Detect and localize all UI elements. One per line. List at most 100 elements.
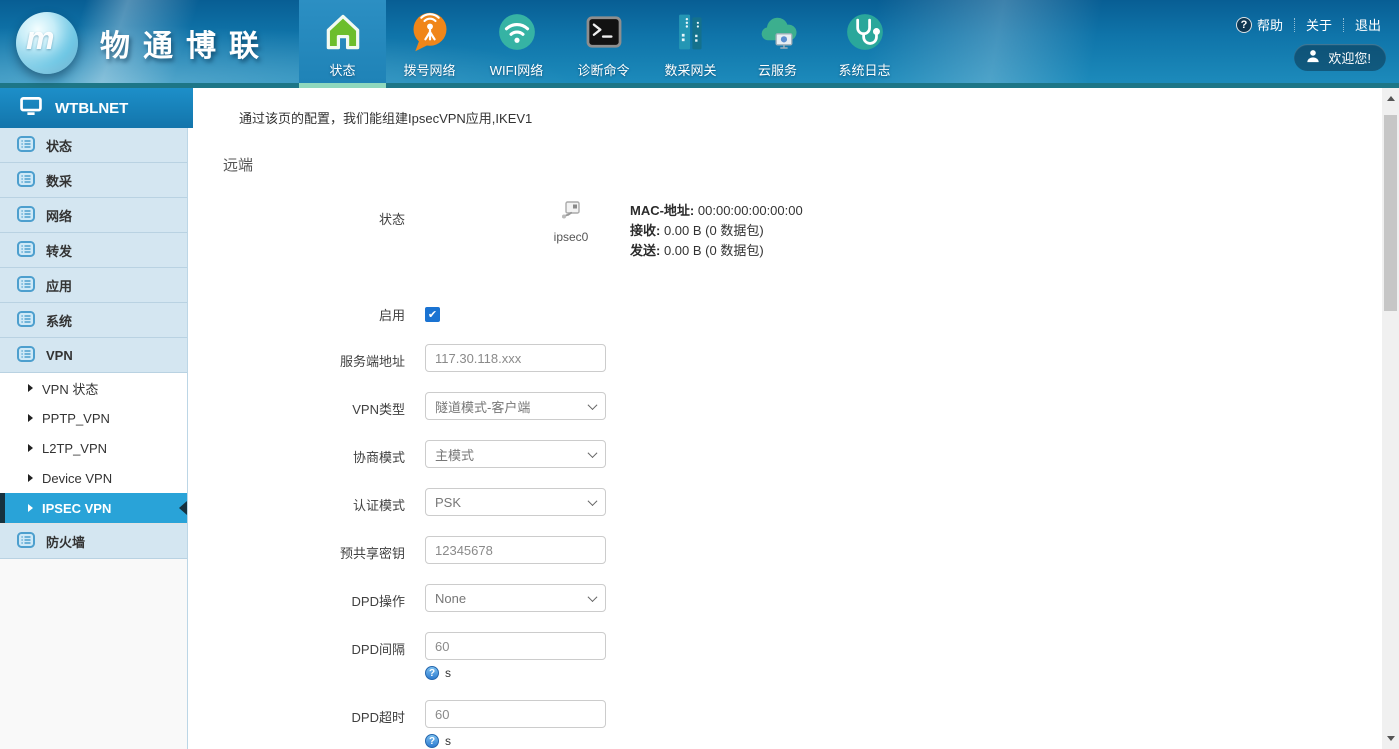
syslog-icon xyxy=(842,9,888,55)
top-nav-tabs: 状态 拨号网络 xyxy=(299,0,908,88)
vpn-type-select[interactable]: 隧道模式-客户端 xyxy=(425,392,606,420)
header-utility-links: ? 帮助 关于 退出 xyxy=(1236,15,1381,34)
status-row: 状态 ipsec0 MAC-地址: 00:00:00:00:00:00 接收: … xyxy=(189,201,1382,261)
welcome-badge[interactable]: 欢迎您! xyxy=(1294,44,1386,71)
device-name: WTBLNET xyxy=(55,100,128,117)
sidebar-item-network[interactable]: 网络 xyxy=(0,198,187,233)
status-info: MAC-地址: 00:00:00:00:00:00 接收: 0.00 B (0 … xyxy=(630,201,803,261)
chevron-down-icon xyxy=(588,448,598,458)
list-icon xyxy=(17,171,35,190)
dialup-icon xyxy=(407,9,453,55)
tab-status[interactable]: 状态 xyxy=(299,0,386,88)
sidebar-item-pptp-vpn[interactable]: PPTP_VPN xyxy=(0,403,187,433)
negotiation-mode-row: 协商模式 主模式 xyxy=(189,440,1382,468)
scroll-down-arrow[interactable] xyxy=(1382,730,1399,747)
list-icon xyxy=(17,206,35,225)
dpd-action-select[interactable]: None xyxy=(425,584,606,612)
tab-wifi-network[interactable]: WIFI网络 xyxy=(473,0,560,88)
server-address-input[interactable] xyxy=(425,344,606,372)
dpd-timeout-row: DPD超时 ? s xyxy=(189,700,1382,748)
wifi-icon xyxy=(494,9,540,55)
section-title: 远端 xyxy=(223,154,1382,175)
sidebar-item-vpn[interactable]: VPN xyxy=(0,338,187,373)
psk-row: 预共享密钥 xyxy=(189,536,1382,564)
help-icon: ? xyxy=(1236,17,1252,33)
sidebar-item-forwarding[interactable]: 转发 xyxy=(0,233,187,268)
list-icon xyxy=(17,311,35,330)
list-icon xyxy=(17,276,35,295)
triangle-icon xyxy=(28,444,33,452)
sidebar: WTBLNET 状态 数采 网络 转发 应用 系统 VPN xyxy=(0,88,188,749)
terminal-icon xyxy=(581,9,627,55)
enable-row: 启用 ✔ xyxy=(189,305,1382,324)
gateway-icon xyxy=(668,9,714,55)
logo-sphere-icon: m xyxy=(16,12,78,74)
negotiation-mode-select[interactable]: 主模式 xyxy=(425,440,606,468)
sidebar-item-application[interactable]: 应用 xyxy=(0,268,187,303)
triangle-icon xyxy=(28,504,33,512)
sidebar-item-status[interactable]: 状态 xyxy=(0,128,187,163)
tab-data-gateway[interactable]: 数采网关 xyxy=(647,0,734,88)
router-admin-page: m 物通博联 状态 拨号 xyxy=(0,0,1399,749)
scrollbar-thumb[interactable] xyxy=(1384,115,1397,311)
tx-line: 发送: 0.00 B (0 数据包) xyxy=(630,241,803,261)
vpn-submenu: VPN 状态 PPTP_VPN L2TP_VPN Device VPN IPSE… xyxy=(0,373,187,524)
vertical-scrollbar[interactable] xyxy=(1382,88,1399,749)
list-icon xyxy=(17,346,35,365)
vpn-type-row: VPN类型 隧道模式-客户端 xyxy=(189,392,1382,420)
interface-block: ipsec0 xyxy=(540,201,602,261)
enable-checkbox[interactable]: ✔ xyxy=(425,307,440,322)
list-icon xyxy=(17,532,35,551)
tab-dialup-network[interactable]: 拨号网络 xyxy=(386,0,473,88)
home-icon xyxy=(320,9,366,55)
triangle-icon xyxy=(28,414,33,422)
list-icon xyxy=(17,241,35,260)
auth-mode-row: 认证模式 PSK xyxy=(189,488,1382,516)
triangle-icon xyxy=(28,474,33,482)
main-content: 通过该页的配置，我们能组建IpsecVPN应用,IKEV1 远端 状态 ipse… xyxy=(189,88,1382,749)
monitor-icon xyxy=(20,97,42,119)
mac-line: MAC-地址: 00:00:00:00:00:00 xyxy=(630,201,803,221)
dpd-interval-input[interactable] xyxy=(425,632,606,660)
status-label: 状态 xyxy=(189,201,405,261)
question-help-icon[interactable]: ? xyxy=(425,734,439,748)
logout-link[interactable]: 退出 xyxy=(1355,15,1381,34)
server-address-row: 服务端地址 xyxy=(189,344,1382,372)
link-separator xyxy=(1294,18,1295,32)
tab-diagnostic-command[interactable]: 诊断命令 xyxy=(560,0,647,88)
triangle-icon xyxy=(28,384,33,392)
sidebar-item-system[interactable]: 系统 xyxy=(0,303,187,338)
rx-line: 接收: 0.00 B (0 数据包) xyxy=(630,221,803,241)
list-icon xyxy=(17,136,35,155)
psk-input[interactable] xyxy=(425,536,606,564)
chevron-down-icon xyxy=(588,400,598,410)
interface-name: ipsec0 xyxy=(540,230,602,244)
user-icon xyxy=(1306,49,1320,66)
help-link[interactable]: ? 帮助 xyxy=(1236,15,1283,34)
sidebar-device-header: WTBLNET xyxy=(0,88,193,128)
sidebar-item-data-acquisition[interactable]: 数采 xyxy=(0,163,187,198)
dpd-action-row: DPD操作 None xyxy=(189,584,1382,612)
dpd-timeout-input[interactable] xyxy=(425,700,606,728)
dpd-timeout-unit: ? s xyxy=(425,734,606,748)
sidebar-item-firewall[interactable]: 防火墙 xyxy=(0,524,187,559)
question-help-icon[interactable]: ? xyxy=(425,666,439,680)
tab-system-log[interactable]: 系统日志 xyxy=(821,0,908,88)
top-header: m 物通博联 状态 拨号 xyxy=(0,0,1399,88)
brand-logo: m 物通博联 xyxy=(16,12,272,74)
brand-name: 物通博联 xyxy=(100,21,272,65)
sidebar-item-vpn-status[interactable]: VPN 状态 xyxy=(0,373,187,403)
page-description: 通过该页的配置，我们能组建IpsecVPN应用,IKEV1 xyxy=(239,108,1382,127)
scroll-up-arrow[interactable] xyxy=(1382,90,1399,107)
chevron-down-icon xyxy=(588,592,598,602)
sidebar-item-l2tp-vpn[interactable]: L2TP_VPN xyxy=(0,433,187,463)
auth-mode-select[interactable]: PSK xyxy=(425,488,606,516)
sidebar-item-ipsec-vpn[interactable]: IPSEC VPN xyxy=(0,493,187,523)
cloud-icon xyxy=(755,9,801,55)
sidebar-item-device-vpn[interactable]: Device VPN xyxy=(0,463,187,493)
tab-cloud-service[interactable]: 云服务 xyxy=(734,0,821,88)
dpd-interval-row: DPD间隔 ? s xyxy=(189,632,1382,680)
about-link[interactable]: 关于 xyxy=(1306,15,1332,34)
network-interface-icon xyxy=(561,206,581,223)
dpd-interval-unit: ? s xyxy=(425,666,606,680)
